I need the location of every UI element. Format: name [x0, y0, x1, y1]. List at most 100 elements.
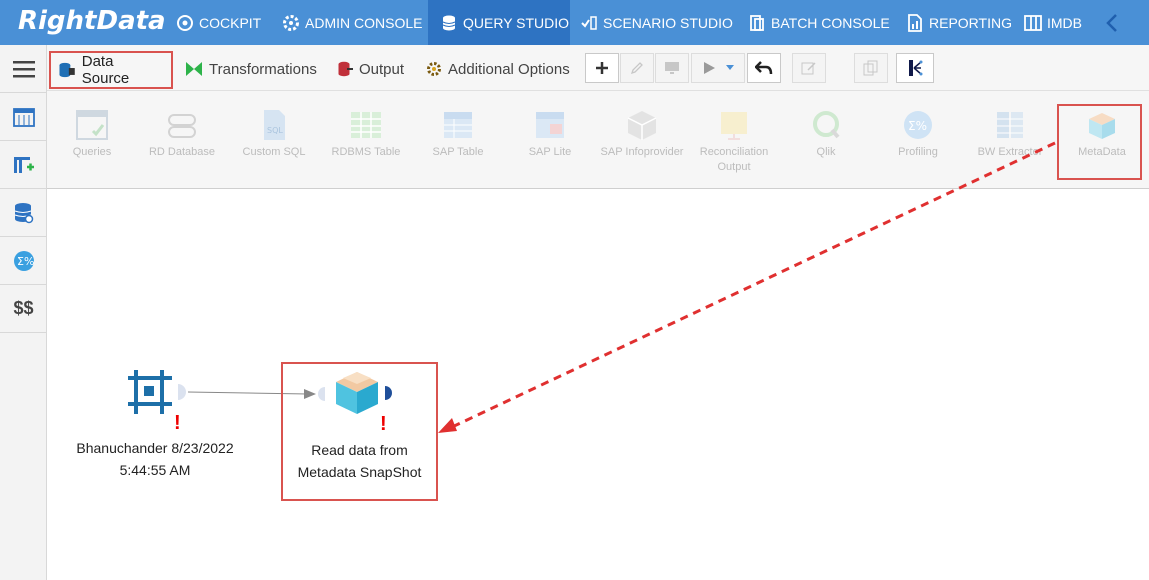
edit-pencil-icon	[630, 62, 643, 75]
palette-item-custom-sql-label: Custom SQL	[242, 146, 306, 158]
collapse-chevron-left-icon[interactable]	[1105, 13, 1119, 33]
nav-admin-console-label: ADMIN CONSOLE	[305, 14, 423, 31]
palette-item-custom-sql[interactable]: SQL Custom SQL	[229, 109, 319, 160]
nav-scenario-studio-label: SCENARIO STUDIO	[603, 14, 733, 31]
rightdata-logo[interactable]: RightData	[18, 6, 166, 36]
hamburger-menu-button[interactable]	[0, 45, 47, 93]
copy-icon	[863, 60, 878, 76]
palette-item-qlik-label: Qlik	[816, 146, 836, 158]
chevron-down-icon	[726, 65, 734, 70]
batch-icon	[750, 14, 764, 31]
palette-item-rd-database[interactable]: RD Database	[137, 109, 227, 160]
run-button[interactable]	[691, 53, 745, 83]
palette-item-bw-extractor[interactable]: BW Extractor	[965, 109, 1055, 160]
palette-item-qlik[interactable]: Qlik	[781, 109, 871, 160]
nav-reporting-label: REPORTING	[929, 14, 1012, 31]
edit-button[interactable]	[620, 53, 654, 83]
workflow-canvas[interactable]	[48, 190, 1149, 580]
palette-item-sap-table[interactable]: SAP Table	[413, 109, 503, 160]
sidebar-item-database-search[interactable]	[0, 189, 47, 237]
sidebar-item-add-table[interactable]	[0, 141, 47, 189]
copy-button[interactable]	[854, 53, 888, 83]
sidebar-item-sigma[interactable]: Σ%	[0, 237, 47, 285]
tab-additional-options[interactable]: Additional Options	[426, 53, 570, 85]
nav-cockpit[interactable]: COCKPIT	[176, 0, 261, 45]
tab-data-source[interactable]: Data Source	[49, 51, 173, 89]
tab-transformations-label: Transformations	[209, 60, 317, 78]
sap-infoprovider-icon	[627, 111, 657, 140]
palette-item-sap-infoprovider-label: SAP Infoprovider	[600, 146, 684, 158]
tab-transformations[interactable]: Transformations	[185, 53, 317, 85]
cockpit-icon	[177, 14, 193, 31]
palette-item-queries[interactable]: Queries	[47, 109, 137, 160]
rdbms-table-icon	[351, 112, 381, 138]
sidebar-item-calendar-table[interactable]	[0, 93, 47, 141]
palette-item-sap-lite-label: SAP Lite	[528, 146, 572, 158]
scenario-icon	[581, 15, 597, 30]
edit-note-button[interactable]	[792, 53, 826, 83]
metadata-node-warning-icon: !	[380, 413, 387, 435]
undo-icon	[755, 61, 773, 75]
palette-item-sap-infoprovider[interactable]: SAP Infoprovider	[597, 109, 687, 160]
source-node-warning-icon: !	[174, 412, 181, 434]
source-node-label-line2: 5:44:55 AM	[119, 462, 191, 478]
left-sidebar: Σ% $$	[0, 45, 47, 580]
reconciliation-output-icon	[721, 112, 747, 140]
nav-batch-console-label: BATCH CONSOLE	[771, 14, 890, 31]
nav-cockpit-label: COCKPIT	[199, 14, 262, 31]
palette-item-reconciliation-output-label: Reconciliation Output	[699, 146, 769, 173]
preview-button[interactable]	[655, 53, 689, 83]
tab-output-label: Output	[359, 60, 405, 78]
sql-file-icon: SQL	[264, 110, 285, 140]
tab-data-source-label: Data Source	[81, 53, 130, 87]
qlik-icon	[813, 111, 840, 139]
nav-batch-console[interactable]: BATCH CONSOLE	[748, 0, 890, 45]
tab-additional-options-label: Additional Options	[448, 60, 570, 78]
nav-query-studio-label: QUERY STUDIO	[463, 14, 570, 31]
tab-output[interactable]: Output	[337, 53, 404, 85]
source-node-icon[interactable]	[126, 368, 176, 416]
sap-lite-icon	[536, 112, 564, 138]
source-node-output-port[interactable]	[177, 383, 189, 401]
nav-scenario-studio[interactable]: SCENARIO STUDIO	[580, 0, 733, 45]
palette-item-rd-database-label: RD Database	[148, 146, 216, 158]
palette-item-reconciliation-output[interactable]: Reconciliation Output	[689, 109, 779, 175]
metadata-node-cube-icon[interactable]	[333, 370, 381, 416]
bowtie-icon	[186, 62, 202, 76]
calendar-table-icon	[12, 107, 35, 127]
lineage-icon	[909, 60, 923, 76]
sidebar-item-money[interactable]: $$	[0, 285, 47, 333]
lineage-button[interactable]	[896, 53, 934, 83]
svg-text:SQL: SQL	[267, 126, 283, 135]
add-button[interactable]	[585, 53, 619, 83]
source-node-label-line1: Bhanuchander 8/23/2022	[76, 440, 234, 456]
add-table-icon	[13, 156, 34, 173]
metadata-node-input-port[interactable]	[316, 386, 326, 402]
palette-item-queries-label: Queries	[72, 146, 112, 158]
sigma-profiling-icon: Σ%	[13, 250, 34, 271]
nav-admin-console[interactable]: ADMIN CONSOLE	[282, 0, 422, 45]
palette-item-rdbms-table[interactable]: RDBMS Table	[321, 109, 411, 160]
palette-item-profiling-label: Profiling	[898, 146, 938, 158]
metadata-node-label[interactable]: Read data from Metadata SnapShot	[283, 439, 436, 483]
nav-reporting[interactable]: REPORTING	[906, 0, 1012, 45]
source-node-label[interactable]: Bhanuchander 8/23/2022 5:44:55 AM	[64, 437, 246, 481]
palette-item-rdbms-table-label: RDBMS Table	[331, 146, 401, 158]
play-icon	[704, 62, 715, 74]
nav-query-studio[interactable]: QUERY STUDIO	[428, 0, 570, 45]
monitor-icon	[665, 62, 679, 74]
database-search-icon	[14, 202, 33, 223]
palette-item-profiling[interactable]: Σ% Profiling	[873, 109, 963, 160]
metadata-node-output-port[interactable]	[384, 385, 394, 401]
metadata-node-label-line1: Read data from	[311, 442, 408, 458]
metadata-node-label-line2: Metadata SnapShot	[297, 464, 422, 480]
nav-imdb[interactable]: IMDB	[1024, 0, 1082, 45]
sap-table-icon	[444, 112, 472, 138]
palette-item-sap-lite[interactable]: SAP Lite	[505, 109, 595, 160]
palette-item-bw-extractor-label: BW Extractor	[977, 146, 1043, 158]
svg-text:Σ%: Σ%	[908, 119, 927, 133]
report-icon	[908, 13, 922, 32]
queries-icon	[76, 110, 108, 140]
output-icon	[338, 61, 353, 77]
undo-button[interactable]	[747, 53, 781, 83]
